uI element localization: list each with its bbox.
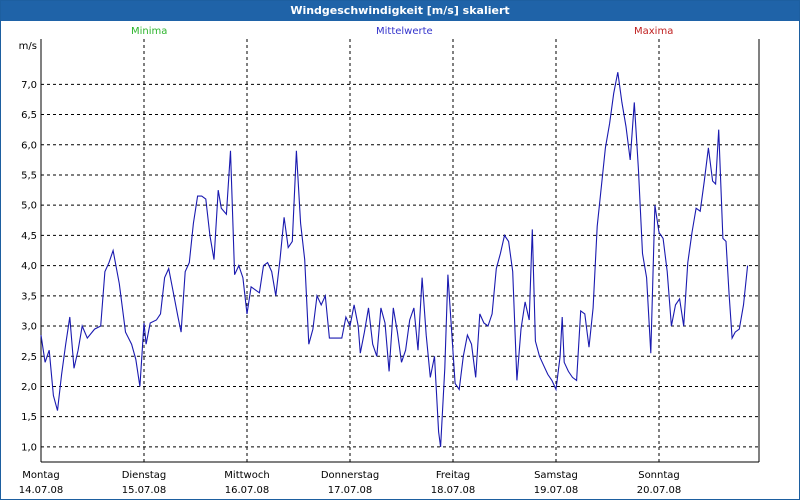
x-tick-date: 20.07.08	[637, 485, 682, 496]
x-tick-day: Donnerstag	[321, 470, 379, 481]
y-tick-label: 2,0	[21, 382, 37, 393]
x-tick-date: 14.07.08	[19, 485, 64, 496]
y-tick-label: 6,0	[21, 140, 37, 151]
y-tick-label: 5,5	[21, 170, 37, 181]
x-tick-day: Samstag	[534, 470, 578, 481]
y-tick-label: 1,5	[21, 412, 37, 423]
x-tick-day: Dienstag	[122, 470, 167, 481]
y-tick-label: 3,5	[21, 291, 37, 302]
x-tick-day: Mittwoch	[224, 470, 269, 481]
x-tick-day: Freitag	[436, 470, 470, 481]
y-axis-unit: m/s	[19, 41, 37, 52]
x-tick-date: 16.07.08	[225, 485, 270, 496]
x-tick-date: 19.07.08	[534, 485, 579, 496]
y-tick-label: 2,5	[21, 352, 37, 363]
y-tick-label: 4,5	[21, 231, 37, 242]
y-tick-label: 6,5	[21, 110, 37, 121]
chart-window: Windgeschwindigkeit [m/s] skaliert Minim…	[0, 0, 800, 500]
x-tick-day: Montag	[22, 470, 59, 481]
x-tick-date: 15.07.08	[122, 485, 167, 496]
y-tick-label: 7,0	[21, 80, 37, 91]
y-tick-label: 3,0	[21, 322, 37, 333]
series-line-mittelwerte	[40, 72, 749, 447]
plot-area: 1,0 1,5 2,0 2,5 3,0 3,5 4,0 4,5 5,0 5,5 6,0 6,5 7,0 m…	[19, 39, 760, 496]
x-tick-date: 17.07.08	[328, 485, 373, 496]
x-tick-date: 18.07.08	[431, 485, 476, 496]
y-tick-label: 4,0	[21, 261, 37, 272]
y-tick-label: 1,0	[21, 442, 37, 453]
x-tick-day: Sonntag	[638, 470, 680, 481]
y-tick-label: 5,0	[21, 201, 37, 212]
